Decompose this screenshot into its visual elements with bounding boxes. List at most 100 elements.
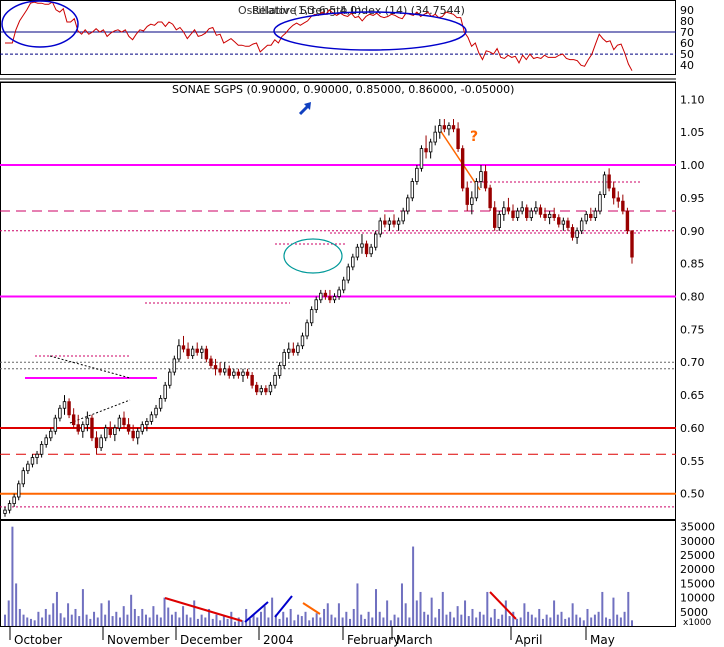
ohlc-body <box>204 348 209 360</box>
volume-bar <box>452 617 455 626</box>
ohlc-body <box>515 210 520 219</box>
ohlc-body <box>529 210 534 219</box>
ohlc-body <box>538 207 543 215</box>
volume-bar <box>293 620 296 626</box>
volume-bar <box>549 617 552 626</box>
ohlc-body <box>465 187 469 205</box>
ohlc-body <box>90 417 94 439</box>
ohlc-body <box>200 348 204 353</box>
ohlc-bar <box>415 165 419 185</box>
ohlc-body <box>360 243 364 248</box>
ohlc-bar <box>305 319 309 340</box>
volume-bar <box>378 611 381 626</box>
volume-bar <box>623 611 626 626</box>
ohlc-body <box>58 407 62 419</box>
ohlc-body <box>621 200 625 212</box>
ohlc-body <box>557 217 561 225</box>
ohlc-body <box>328 296 332 301</box>
price-tick-label: 0.65 <box>680 389 705 402</box>
ohlc-body <box>520 207 524 212</box>
volume-bar <box>586 608 589 626</box>
ohlc-bar <box>309 306 314 327</box>
ohlc-body <box>181 345 186 350</box>
volume-bar <box>571 603 574 626</box>
volume-bar <box>111 616 114 626</box>
ohlc-body <box>264 388 268 393</box>
volume-bar <box>22 614 25 626</box>
ohlc-body <box>378 220 382 235</box>
volume-bar <box>63 617 66 626</box>
ohlc-body <box>53 417 58 432</box>
volume-bar <box>11 526 14 626</box>
volume-unit-label: x1000 <box>683 618 712 628</box>
ohlc-body <box>584 213 588 222</box>
ohlc-body <box>287 348 291 353</box>
ohlc-body <box>502 207 506 215</box>
volume-bar <box>297 614 300 626</box>
ohlc-body <box>117 417 122 429</box>
volume-bar <box>579 617 582 626</box>
volume-tick-label: 15000 <box>680 577 715 590</box>
volume-bar <box>464 600 467 626</box>
ohlc-body <box>236 371 241 376</box>
ohlc-body <box>401 210 405 222</box>
volume-bar <box>133 608 136 626</box>
ohlc-body <box>511 210 515 219</box>
ohlc-body <box>85 417 90 426</box>
price-tick-label: 0.50 <box>680 488 705 501</box>
volume-bar <box>48 614 51 626</box>
volume-bar <box>122 606 125 626</box>
volume-bar <box>593 614 596 626</box>
ohlc-body <box>387 220 392 225</box>
volume-bar <box>467 616 470 626</box>
volume-bar <box>159 617 162 626</box>
ohlc-bar <box>90 414 94 442</box>
volume-bar <box>616 614 619 626</box>
ohlc-body <box>497 213 501 228</box>
ohlc-body <box>346 266 350 281</box>
ohlc-body <box>17 483 21 498</box>
volume-tick-label: 35000 <box>680 521 715 534</box>
volume-bar <box>29 618 32 626</box>
ohlc-bar <box>374 230 378 251</box>
price-tick-label: 0.95 <box>680 192 705 205</box>
volume-bar <box>456 606 459 626</box>
ohlc-body <box>131 430 135 439</box>
volume-bar <box>104 614 107 626</box>
volume-bar <box>438 608 441 626</box>
volume-bar <box>449 611 452 626</box>
volume-bar <box>156 614 159 626</box>
ohlc-body <box>103 427 108 439</box>
volume-bar <box>263 606 266 626</box>
volume-bar <box>311 617 314 626</box>
x-axis-label: November <box>107 633 169 647</box>
volume-bar <box>67 603 70 626</box>
volume-bar <box>400 583 403 626</box>
price-tick-label: 1.00 <box>680 159 705 172</box>
ohlc-bar <box>282 349 286 369</box>
ohlc-body <box>218 368 222 373</box>
ohlc-body <box>195 348 199 353</box>
ohlc-body <box>364 243 369 255</box>
ohlc-bar <box>17 480 21 501</box>
volume-bar <box>612 597 615 626</box>
volume-bar <box>590 617 593 626</box>
ohlc-body <box>255 384 259 393</box>
ohlc-body <box>273 374 277 386</box>
x-axis-label: 2004 <box>263 633 294 647</box>
volume-bar <box>508 616 511 626</box>
volume-bar <box>393 614 396 626</box>
ohlc-body <box>593 210 598 219</box>
volume-bar <box>471 608 474 626</box>
rsi-axis: 908070605040 <box>680 4 694 72</box>
ohlc-body <box>396 220 401 225</box>
price-tick-label: 1.10 <box>680 93 705 106</box>
volume-bar <box>527 611 530 626</box>
volume-tick-label: 20000 <box>680 563 715 576</box>
volume-bar <box>430 597 433 626</box>
volume-bar <box>304 611 307 626</box>
ohlc-body <box>611 187 616 199</box>
ohlc-bar <box>625 207 630 235</box>
volume-bar <box>59 613 62 626</box>
volume-bar <box>375 589 378 626</box>
